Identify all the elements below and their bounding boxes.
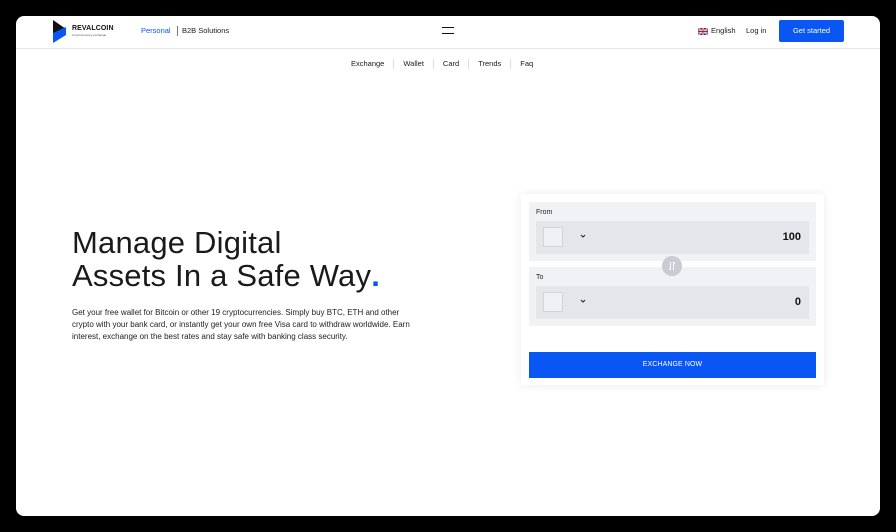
browser-viewport: REVALCOIN Cryptocurrency exchange Person… — [16, 16, 880, 516]
brand-tagline: Cryptocurrency exchange — [72, 33, 107, 37]
language-label: English — [711, 26, 736, 35]
hero-title: Manage Digital Assets In a Safe Way. — [72, 226, 380, 292]
exchange-widget: From To EXCHANGE NOW — [521, 194, 824, 385]
to-amount-input[interactable] — [681, 296, 801, 309]
nav-item-exchange[interactable]: Exchange — [342, 59, 393, 69]
site-header: REVALCOIN Cryptocurrency exchange Person… — [16, 16, 880, 49]
hamburger-icon[interactable] — [442, 27, 454, 35]
to-label: To — [536, 274, 544, 281]
to-field — [536, 286, 809, 319]
brand-name: REVALCOIN — [72, 25, 114, 32]
chevron-down-icon[interactable] — [579, 298, 587, 304]
segment-divider — [177, 26, 178, 36]
get-started-button[interactable]: Get started — [779, 20, 844, 42]
from-label: From — [536, 209, 553, 216]
logo-wordmark[interactable]: REVALCOIN Cryptocurrency exchange — [72, 25, 114, 37]
swap-arrows-icon[interactable] — [662, 256, 682, 276]
chevron-down-icon[interactable] — [579, 233, 587, 239]
hero-title-line1: Manage Digital — [72, 225, 282, 260]
nav-item-card[interactable]: Card — [432, 59, 468, 69]
segment-personal[interactable]: Personal — [141, 26, 171, 36]
segment-b2b-solutions[interactable]: B2B Solutions — [182, 26, 229, 36]
from-field — [536, 221, 809, 254]
nav-item-trends[interactable]: Trends — [468, 59, 510, 69]
from-amount-input[interactable] — [681, 231, 801, 244]
nav-item-wallet[interactable]: Wallet — [393, 59, 433, 69]
secondary-nav: Exchange Wallet Card Trends Faq — [342, 59, 542, 69]
coin-placeholder-icon[interactable] — [543, 227, 563, 247]
exchange-now-button[interactable]: EXCHANGE NOW — [529, 352, 816, 378]
login-link[interactable]: Log in — [746, 26, 766, 36]
from-panel: From — [529, 202, 816, 261]
hero-title-dot: . — [371, 258, 381, 293]
coin-placeholder-icon[interactable] — [543, 292, 563, 312]
hero-description: Get your free wallet for Bitcoin or othe… — [72, 308, 410, 341]
uk-flag-icon — [698, 27, 708, 35]
hero-title-line2: Assets In a Safe Way — [72, 258, 372, 293]
nav-item-faq[interactable]: Faq — [510, 59, 542, 69]
language-selector[interactable]: English — [698, 26, 736, 36]
